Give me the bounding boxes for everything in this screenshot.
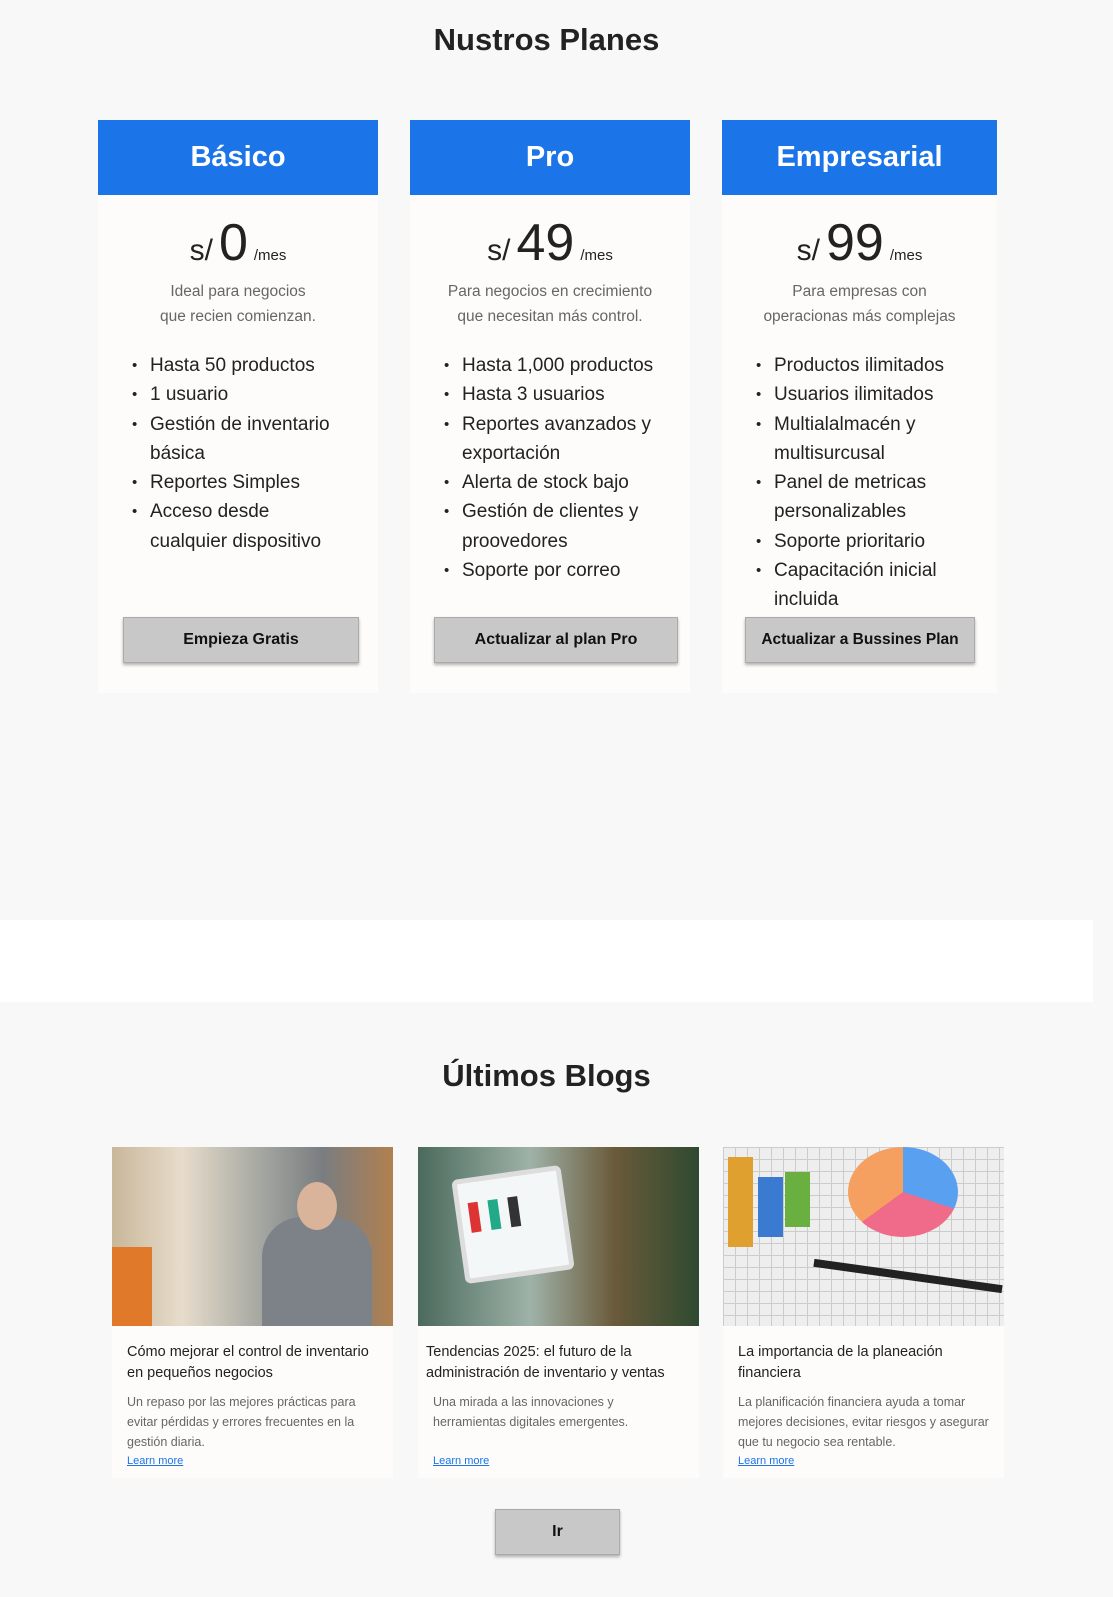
section-divider [0, 920, 1093, 1002]
blog-title[interactable]: La importancia de la planeación financie… [738, 1342, 994, 1384]
desc-line: Para negocios en crecimiento [447, 283, 653, 300]
feature-item: Productos ilimitados [756, 351, 997, 381]
feature-list: Productos ilimitados Usuarios ilimitados… [756, 351, 997, 615]
blogs-title: Últimos Blogs [442, 1058, 651, 1093]
plan-description: Para negocios en crecimiento que necesita… [410, 279, 690, 329]
learn-more-link[interactable]: Learn more [127, 1455, 183, 1467]
feature-item: Panel de metricas personalizables [756, 468, 956, 527]
feature-item: Capacitación inicial incluida [756, 556, 966, 615]
blog-card: La importancia de la planeación financie… [723, 1147, 1004, 1478]
currency: s/ [189, 234, 213, 267]
feature-item: Soporte por correo [444, 556, 690, 586]
price-amount: 0 [218, 214, 248, 272]
blog-card: Cómo mejorar el control de inventario en… [112, 1147, 393, 1478]
desc-line: operacionas más complejas [763, 308, 956, 325]
desc-line: Para empresas con [792, 283, 927, 300]
blog-title[interactable]: Tendencias 2025: el futuro de la adminis… [426, 1342, 689, 1384]
learn-more-link[interactable]: Learn more [433, 1455, 489, 1467]
plan-price: s/49/mes [410, 213, 690, 273]
feature-item: Gestión de inventario básica [132, 410, 332, 469]
plan-card-basic: Básico s/0/mes Ideal para negocios que re… [98, 120, 378, 693]
price-amount: 99 [825, 214, 884, 272]
feature-item: Usuarios ilimitados [756, 380, 997, 410]
plan-price: s/99/mes [722, 213, 997, 273]
plan-card-enterprise: Empresarial s/99/mes Para empresas con op… [722, 120, 997, 693]
feature-item: Reportes Simples [132, 468, 378, 498]
price-amount: 49 [516, 214, 575, 272]
feature-item: 1 usuario [132, 380, 378, 410]
feature-item: Gestión de clientes y proovedores [444, 497, 659, 556]
desc-line: Ideal para negocios [170, 283, 306, 300]
blog-image-warehouse [112, 1147, 393, 1326]
feature-item: Multialalmacén y multisurcusal [756, 410, 946, 469]
blog-description: Un repaso por las mejores prácticas para… [127, 1395, 356, 1449]
plan-name: Pro [410, 120, 690, 195]
feature-list: Hasta 1,000 productos Hasta 3 usuarios R… [444, 351, 690, 586]
currency: s/ [487, 234, 511, 267]
blog-title[interactable]: Cómo mejorar el control de inventario en… [127, 1342, 383, 1384]
desc-line: que recien comienzan. [160, 308, 316, 325]
price-period: /mes [253, 247, 287, 264]
feature-item: Acceso desde cualquier dispositivo [132, 497, 342, 556]
upgrade-pro-button[interactable]: Actualizar al plan Pro [434, 617, 678, 663]
feature-item: Hasta 3 usuarios [444, 380, 690, 410]
blog-image-tablet [418, 1147, 699, 1326]
upgrade-business-button[interactable]: Actualizar a Bussines Plan [745, 617, 975, 663]
plans-title: Nustros Planes [433, 22, 660, 57]
go-button[interactable]: Ir [495, 1509, 620, 1555]
plan-name: Básico [98, 120, 378, 195]
blog-description: La planificación financiera ayuda a toma… [738, 1395, 989, 1449]
price-period: /mes [580, 247, 613, 264]
learn-more-link[interactable]: Learn more [738, 1455, 794, 1467]
blog-description: Una mirada a las innovaciones y herramie… [433, 1395, 629, 1429]
plan-card-pro: Pro s/49/mes Para negocios en crecimient… [410, 120, 690, 693]
blog-card: Tendencias 2025: el futuro de la adminis… [418, 1147, 699, 1478]
feature-item: Soporte prioritario [756, 527, 997, 557]
currency: s/ [796, 234, 820, 267]
price-period: /mes [889, 247, 923, 264]
plan-price: s/0/mes [98, 213, 378, 273]
desc-line: que necesitan más control. [457, 308, 643, 325]
start-free-button[interactable]: Empieza Gratis [123, 617, 359, 663]
plan-description: Ideal para negocios que recien comienzan. [98, 279, 378, 329]
blog-image-financial-chart [723, 1147, 1004, 1326]
feature-item: Hasta 1,000 productos [444, 351, 690, 381]
feature-item: Alerta de stock bajo [444, 468, 690, 498]
feature-item: Reportes avanzados y exportación [444, 410, 674, 469]
plan-description: Para empresas con operacionas más complej… [722, 279, 997, 329]
plan-name: Empresarial [722, 120, 997, 195]
feature-list: Hasta 50 productos 1 usuario Gestión de … [132, 351, 378, 556]
feature-item: Hasta 50 productos [132, 351, 378, 381]
